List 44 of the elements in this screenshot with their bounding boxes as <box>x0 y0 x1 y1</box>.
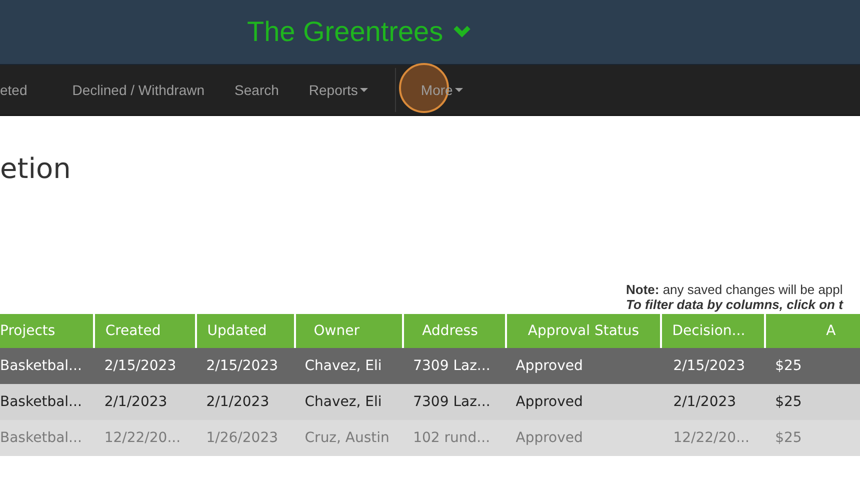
table-cell: 2/1/2023 <box>661 384 766 420</box>
table-row[interactable]: Basketbal... 12/22/20... 1/26/2023 Cruz, Austin 102 rund... Approved 12/22/20... $25 <box>0 420 860 456</box>
table-cell: Approved <box>506 348 662 384</box>
note-text: Note: any saved changes will be appl <box>626 282 843 297</box>
table-cell: $25 <box>765 384 860 420</box>
table-cell: Basketbal... <box>0 348 94 384</box>
column-header[interactable]: Updated <box>196 314 295 348</box>
table-cell: 2/1/2023 <box>196 384 295 420</box>
page-heading: etion <box>0 152 72 187</box>
table-cell: Basketbal... <box>0 420 94 456</box>
nav-link[interactable]: Reports <box>294 65 383 115</box>
table-cell: Cruz, Austin <box>294 420 404 456</box>
filter-hint: To filter data by columns, click on t <box>626 297 843 312</box>
table-cell: 2/15/2023 <box>196 348 295 384</box>
table-cell: $25 <box>765 420 860 456</box>
table-row[interactable]: Basketbal... 2/15/2023 2/15/2023 Chavez, Eli 7309 Laz... Approved 2/15/2023 $25 <box>0 348 860 384</box>
table-cell: $25 <box>765 348 860 384</box>
table-cell: 12/22/20... <box>94 420 196 456</box>
column-header[interactable]: Owner <box>294 314 404 348</box>
nav-link[interactable]: eted <box>0 65 58 115</box>
column-header[interactable]: Decision... <box>661 314 766 348</box>
table-cell: 102 rund... <box>403 420 506 456</box>
column-header[interactable]: Approval Status <box>506 314 662 348</box>
nav-link[interactable]: Declined / Withdrawn <box>57 65 220 115</box>
table-cell: 12/22/20... <box>661 420 766 456</box>
table-cell: Chavez, Eli <box>294 348 404 384</box>
chevron-down-icon <box>453 25 472 39</box>
table-row[interactable]: Basketbal... 2/1/2023 2/1/2023 Chavez, Eli 7309 Laz... Approved 2/1/2023 $25 <box>0 384 860 420</box>
table-cell: 7309 Laz... <box>403 384 506 420</box>
table-cell: Basketbal... <box>0 384 94 420</box>
table-cell: Chavez, Eli <box>294 384 404 420</box>
table-cell: 2/1/2023 <box>94 384 196 420</box>
table-cell: Approved <box>506 384 662 420</box>
column-header[interactable]: A <box>765 314 860 348</box>
table-cell: 2/15/2023 <box>661 348 766 384</box>
column-header[interactable]: Projects <box>0 314 94 348</box>
table-cell: Approved <box>506 420 662 456</box>
column-header[interactable]: Address <box>403 314 506 348</box>
site-title[interactable]: The Greentrees <box>247 16 472 48</box>
table-cell: 2/15/2023 <box>94 348 196 384</box>
nav-link[interactable]: Search <box>220 65 294 115</box>
table-cell: 1/26/2023 <box>196 420 295 456</box>
column-header[interactable]: Created <box>94 314 196 348</box>
table-cell: 7309 Laz... <box>403 348 506 384</box>
